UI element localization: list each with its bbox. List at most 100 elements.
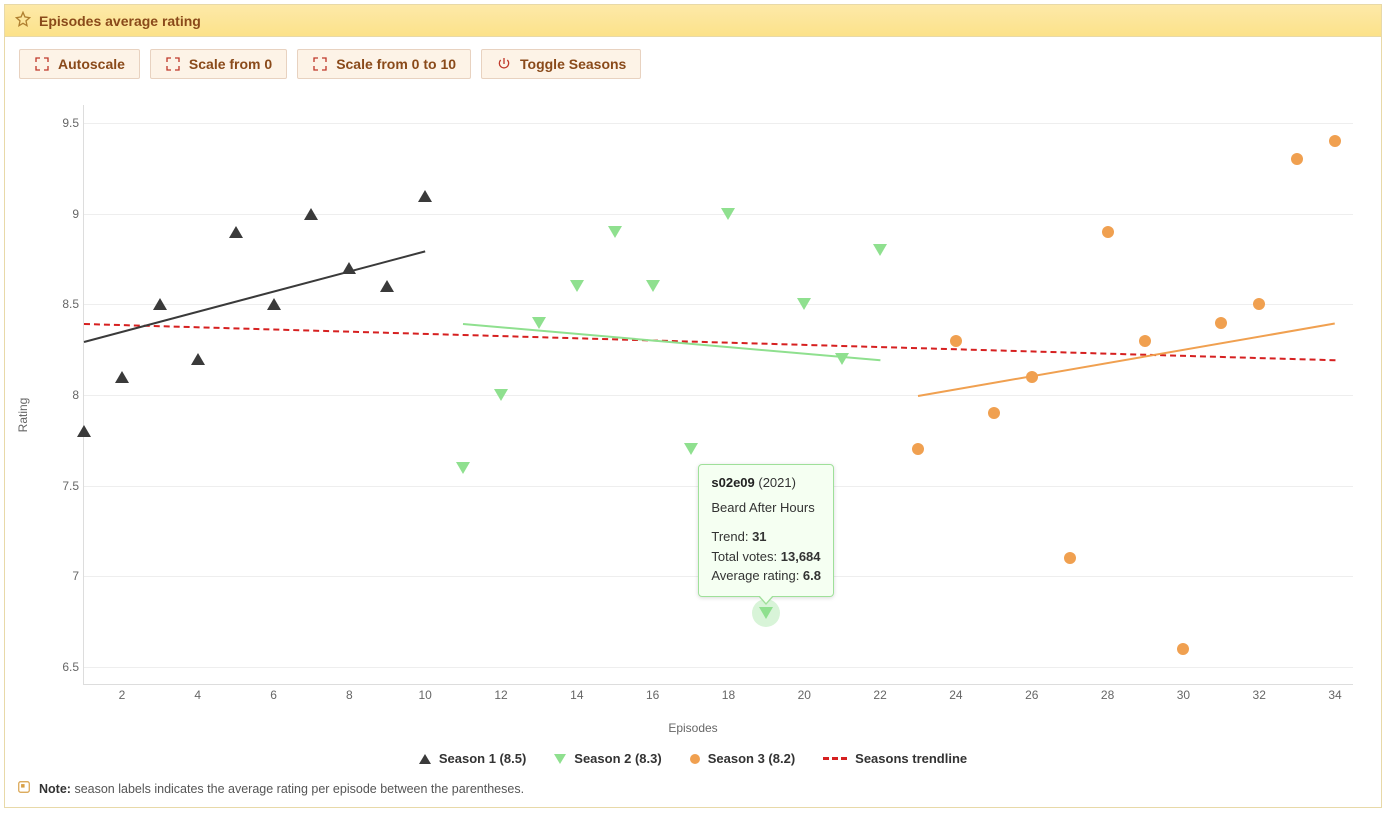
data-point[interactable] [1291, 153, 1303, 165]
x-tick: 32 [1253, 688, 1266, 702]
note: Note: season labels indicates the averag… [5, 774, 1381, 807]
data-point[interactable] [835, 353, 849, 365]
legend-trendline[interactable]: Seasons trendline [823, 751, 967, 766]
panel-title: Episodes average rating [39, 13, 201, 29]
y-tick: 7 [49, 569, 79, 583]
data-point[interactable] [1026, 371, 1038, 383]
y-tick: 9.5 [49, 116, 79, 130]
x-tick: 16 [646, 688, 659, 702]
trendline [918, 323, 1335, 397]
data-point[interactable] [456, 462, 470, 474]
data-point[interactable] [988, 407, 1000, 419]
x-tick: 24 [949, 688, 962, 702]
data-point[interactable] [115, 371, 129, 383]
x-tick: 6 [270, 688, 277, 702]
x-tick: 26 [1025, 688, 1038, 702]
x-tick: 20 [798, 688, 811, 702]
expand-icon [312, 56, 328, 72]
y-tick: 7.5 [49, 479, 79, 493]
toolbar: Autoscale Scale from 0 Scale from 0 to 1… [5, 37, 1381, 85]
data-point[interactable] [1139, 335, 1151, 347]
data-point[interactable] [494, 389, 508, 401]
plot-area[interactable]: 246810121416182022242628303234s02e09 (20… [83, 105, 1353, 685]
x-tick: 30 [1177, 688, 1190, 702]
chart: Rating 246810121416182022242628303234s02… [13, 85, 1373, 745]
data-point[interactable] [950, 335, 962, 347]
panel-header: Episodes average rating [5, 5, 1381, 37]
data-point[interactable] [342, 262, 356, 274]
y-tick: 8 [49, 388, 79, 402]
data-point[interactable] [418, 190, 432, 202]
y-axis-label: Rating [16, 398, 30, 433]
data-point[interactable] [570, 280, 584, 292]
data-point[interactable] [759, 607, 773, 619]
legend-s3-label: Season 3 (8.2) [708, 751, 795, 766]
legend: Season 1 (8.5) Season 2 (8.3) Season 3 (… [5, 745, 1381, 774]
data-point[interactable] [684, 443, 698, 455]
autoscale-icon [34, 56, 50, 72]
triangle-up-icon [419, 754, 431, 764]
data-point[interactable] [1177, 643, 1189, 655]
trendline [463, 323, 880, 361]
data-point[interactable] [1102, 226, 1114, 238]
x-tick: 34 [1328, 688, 1341, 702]
x-axis-label: Episodes [668, 721, 717, 735]
tooltip: s02e09 (2021)Beard After HoursTrend: 31T… [698, 464, 834, 597]
legend-season-1[interactable]: Season 1 (8.5) [419, 751, 526, 766]
scale-0-10-button[interactable]: Scale from 0 to 10 [297, 49, 471, 79]
data-point[interactable] [912, 443, 924, 455]
toggle-label: Toggle Seasons [520, 56, 626, 72]
scale0-label: Scale from 0 [189, 56, 272, 72]
gridline [84, 123, 1353, 124]
scale-from-0-button[interactable]: Scale from 0 [150, 49, 287, 79]
y-tick: 8.5 [49, 297, 79, 311]
legend-s2-label: Season 2 (8.3) [574, 751, 661, 766]
data-point[interactable] [304, 208, 318, 220]
x-tick: 10 [419, 688, 432, 702]
power-icon [496, 56, 512, 72]
data-point[interactable] [1064, 552, 1076, 564]
data-point[interactable] [646, 280, 660, 292]
data-point[interactable] [1329, 135, 1341, 147]
x-tick: 4 [194, 688, 201, 702]
gridline [84, 214, 1353, 215]
x-tick: 2 [119, 688, 126, 702]
y-tick: 9 [49, 207, 79, 221]
data-point[interactable] [191, 353, 205, 365]
triangle-down-icon [554, 754, 566, 764]
gridline [84, 395, 1353, 396]
data-point[interactable] [873, 244, 887, 256]
data-point[interactable] [532, 317, 546, 329]
data-point[interactable] [797, 298, 811, 310]
toggle-seasons-button[interactable]: Toggle Seasons [481, 49, 641, 79]
expand-icon [165, 56, 181, 72]
star-icon [15, 11, 31, 30]
x-tick: 18 [722, 688, 735, 702]
x-tick: 12 [494, 688, 507, 702]
x-tick: 14 [570, 688, 583, 702]
autoscale-label: Autoscale [58, 56, 125, 72]
legend-trend-label: Seasons trendline [855, 751, 967, 766]
data-point[interactable] [153, 298, 167, 310]
x-tick: 22 [873, 688, 886, 702]
gridline [84, 667, 1353, 668]
note-text: Note: season labels indicates the averag… [39, 782, 524, 796]
data-point[interactable] [267, 298, 281, 310]
data-point[interactable] [380, 280, 394, 292]
legend-season-3[interactable]: Season 3 (8.2) [690, 751, 795, 766]
data-point[interactable] [77, 425, 91, 437]
data-point[interactable] [608, 226, 622, 238]
x-tick: 28 [1101, 688, 1114, 702]
data-point[interactable] [1253, 298, 1265, 310]
data-point[interactable] [229, 226, 243, 238]
dash-icon [823, 757, 847, 760]
autoscale-button[interactable]: Autoscale [19, 49, 140, 79]
circle-icon [690, 754, 700, 764]
data-point[interactable] [1215, 317, 1227, 329]
data-point[interactable] [721, 208, 735, 220]
y-tick: 6.5 [49, 660, 79, 674]
x-tick: 8 [346, 688, 353, 702]
scale010-label: Scale from 0 to 10 [336, 56, 456, 72]
legend-season-2[interactable]: Season 2 (8.3) [554, 751, 661, 766]
note-icon [17, 780, 31, 797]
